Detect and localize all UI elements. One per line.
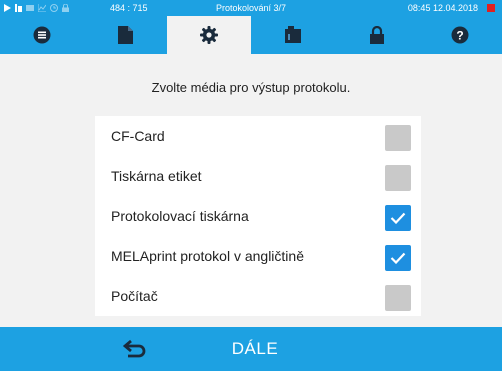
tab-settings[interactable] bbox=[167, 16, 252, 54]
checkbox-unchecked[interactable] bbox=[385, 125, 411, 151]
checkbox-checked[interactable] bbox=[385, 205, 411, 231]
options-list: CF-Card Tiskárna etiket Protokolovací ti… bbox=[95, 116, 421, 316]
svg-text:?: ? bbox=[457, 29, 464, 43]
checkbox-unchecked[interactable] bbox=[385, 165, 411, 191]
tab-documents[interactable] bbox=[84, 16, 168, 54]
status-datetime: 08:45 12.04.2018 bbox=[407, 3, 478, 13]
checkbox-checked[interactable] bbox=[385, 245, 411, 271]
tab-bar: ? bbox=[0, 16, 502, 54]
footer-bar: DÁLE bbox=[0, 327, 502, 371]
option-computer[interactable]: Počítač bbox=[95, 276, 421, 316]
tab-help[interactable]: ? bbox=[418, 16, 502, 54]
main-panel: Zvolte média pro výstup protokolu. CF-Ca… bbox=[0, 54, 502, 327]
checkbox-unchecked[interactable] bbox=[385, 285, 411, 311]
option-melaprint-english[interactable]: MELAprint protokol v angličtině bbox=[95, 236, 421, 276]
tab-lock[interactable] bbox=[335, 16, 419, 54]
option-label: MELAprint protokol v angličtině bbox=[111, 248, 304, 264]
option-log-printer[interactable]: Protokolovací tiskárna bbox=[95, 196, 421, 236]
lock-icon bbox=[369, 26, 384, 44]
option-label: CF-Card bbox=[111, 128, 165, 144]
gear-icon bbox=[200, 26, 219, 44]
back-arrow-icon bbox=[123, 339, 146, 358]
option-cf-card[interactable]: CF-Card bbox=[95, 116, 421, 156]
option-label: Počítač bbox=[111, 288, 158, 304]
back-button[interactable] bbox=[110, 336, 160, 362]
log-device-icon bbox=[284, 26, 301, 43]
option-label: Protokolovací tiskárna bbox=[111, 208, 249, 224]
document-icon bbox=[118, 26, 133, 44]
checkmark-icon bbox=[390, 212, 406, 224]
help-icon: ? bbox=[451, 26, 469, 44]
option-label-printer[interactable]: Tiskárna etiket bbox=[95, 156, 421, 196]
option-label: Tiskárna etiket bbox=[111, 168, 202, 184]
tab-list[interactable] bbox=[0, 16, 84, 54]
alert-indicator bbox=[487, 4, 495, 12]
checkmark-icon bbox=[390, 252, 406, 264]
next-button[interactable]: DÁLE bbox=[175, 327, 335, 371]
list-icon bbox=[33, 26, 51, 44]
prompt-text: Zvolte média pro výstup protokolu. bbox=[151, 80, 351, 95]
tab-log-device[interactable] bbox=[251, 16, 335, 54]
status-bar: 484 : 715 Protokolování 3/7 08:45 12.04.… bbox=[0, 0, 502, 16]
